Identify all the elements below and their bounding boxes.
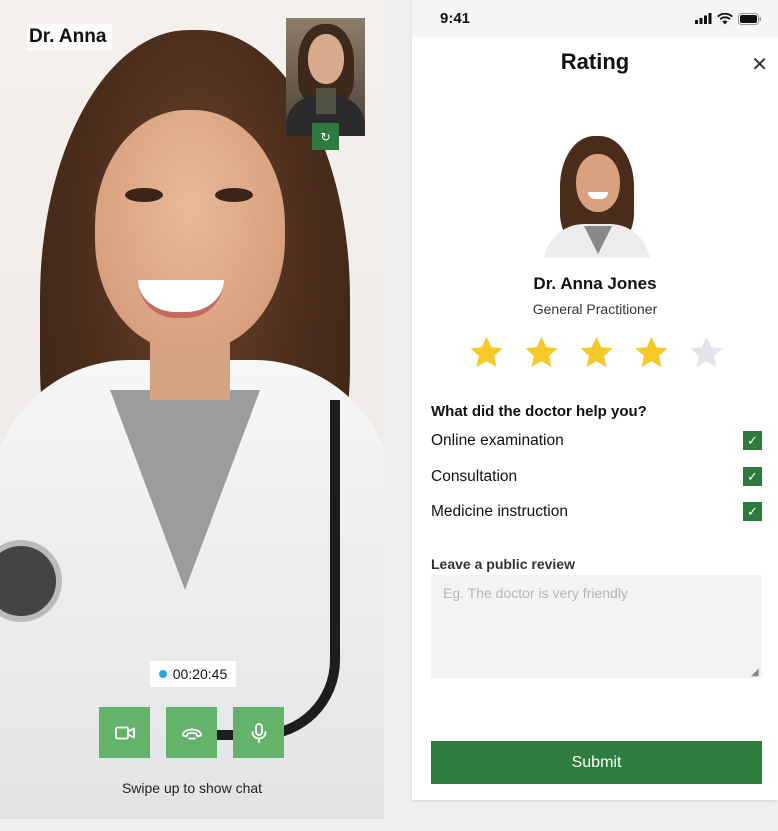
checkmark-icon: ✓ xyxy=(747,432,758,448)
star-empty-icon[interactable] xyxy=(688,334,725,371)
microphone-toggle-button[interactable] xyxy=(233,707,284,758)
doctor-avatar xyxy=(538,132,656,258)
option-online-examination[interactable]: Online examination ✓ xyxy=(431,431,762,450)
camera-switch-icon: ↻ xyxy=(320,129,331,144)
rating-panel: 9:41 Rating ✕ Dr. Anna Jones General Pra… xyxy=(412,0,778,800)
call-timer: 00:20:45 xyxy=(150,661,236,687)
battery-icon xyxy=(738,12,762,25)
camera-switch-button[interactable]: ↻ xyxy=(312,123,339,150)
star-filled-icon[interactable] xyxy=(468,334,505,371)
checkbox-online-examination[interactable]: ✓ xyxy=(743,431,762,450)
live-dot-icon xyxy=(158,670,167,678)
self-view-thumbnail[interactable] xyxy=(286,18,365,136)
stethoscope xyxy=(180,400,340,740)
page-title: Rating xyxy=(560,49,630,74)
signal-icon xyxy=(695,13,712,24)
help-question: What did the doctor help you? xyxy=(431,403,647,420)
caller-name: Dr. Anna xyxy=(27,24,113,51)
doctor-name: Dr. Anna Jones xyxy=(533,274,657,293)
swipe-hint: Swipe up to show chat xyxy=(121,780,263,796)
hang-up-phone-icon xyxy=(181,728,202,739)
microphone-icon xyxy=(251,722,266,743)
star-filled-icon[interactable] xyxy=(578,334,615,371)
option-medicine-instruction[interactable]: Medicine instruction ✓ xyxy=(431,502,762,521)
review-label: Leave a public review xyxy=(431,556,575,572)
submit-button[interactable]: Submit xyxy=(431,741,762,784)
end-call-button[interactable] xyxy=(166,707,217,758)
review-textarea[interactable] xyxy=(431,575,762,678)
status-bar: 9:41 xyxy=(412,0,778,37)
star-filled-icon[interactable] xyxy=(633,334,670,371)
wifi-icon xyxy=(717,12,733,24)
option-label: Consultation xyxy=(431,467,518,485)
checkmark-icon: ✓ xyxy=(747,503,758,519)
star-filled-icon[interactable] xyxy=(523,334,560,371)
call-timer-text: 00:20:45 xyxy=(172,666,228,682)
resize-handle-icon[interactable]: ◢ xyxy=(751,667,759,678)
option-label: Online examination xyxy=(431,431,564,449)
video-call-screen: Dr. Anna ↻ 00:20:45 Swipe up to show cha… xyxy=(0,0,384,819)
checkbox-consultation[interactable]: ✓ xyxy=(743,467,762,486)
star-rating xyxy=(468,334,725,371)
doctor-role: General Practitioner xyxy=(532,301,658,317)
video-camera-icon xyxy=(114,726,135,739)
checkbox-medicine-instruction[interactable]: ✓ xyxy=(743,502,762,521)
option-consultation[interactable]: Consultation ✓ xyxy=(431,467,762,486)
close-button[interactable]: ✕ xyxy=(751,52,768,77)
status-time: 9:41 xyxy=(440,10,471,27)
checkmark-icon: ✓ xyxy=(747,468,758,484)
video-toggle-button[interactable] xyxy=(99,707,150,758)
option-label: Medicine instruction xyxy=(431,502,568,520)
close-icon: ✕ xyxy=(751,54,768,76)
